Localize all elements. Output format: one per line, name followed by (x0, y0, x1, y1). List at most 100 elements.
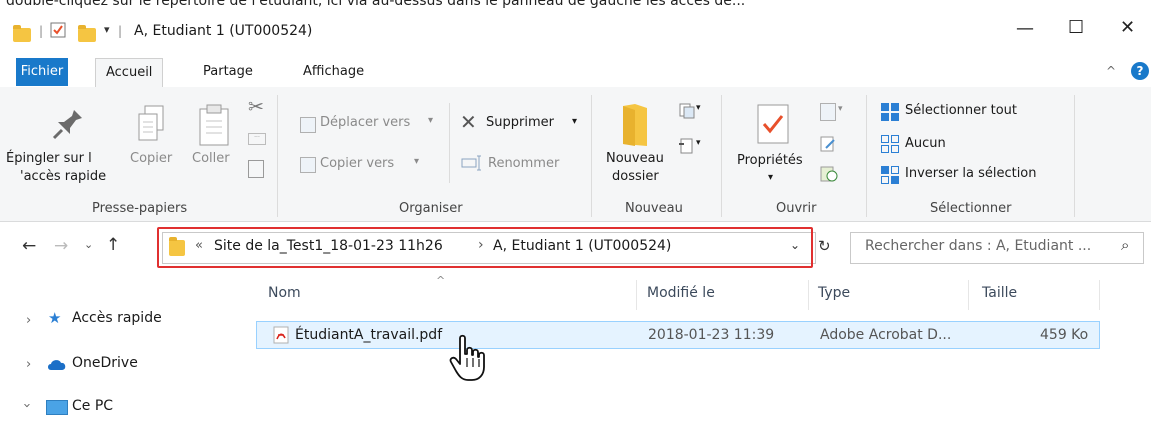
properties-quick-icon[interactable] (50, 22, 66, 38)
open-icon[interactable] (820, 103, 836, 121)
title-separator: | (39, 24, 44, 38)
group-label-organize: Organiser (399, 201, 463, 216)
move-to-dropdown-icon[interactable]: ▾ (428, 115, 433, 126)
sidebar-item-onedrive[interactable]: OneDrive (72, 355, 138, 371)
edit-icon[interactable] (820, 136, 836, 156)
paste-button[interactable]: Coller (192, 151, 230, 166)
paste-shortcut-icon[interactable] (248, 160, 264, 178)
column-divider (968, 280, 969, 310)
invert-selection-icon (881, 166, 899, 188)
tab-home[interactable]: Accueil (95, 58, 164, 88)
file-type: Adobe Acrobat D... (820, 327, 952, 343)
collapse-ribbon-icon[interactable]: ^ (1106, 64, 1116, 78)
organize-inner-divider (449, 103, 450, 183)
column-header-size[interactable]: Taille (982, 285, 1017, 301)
computer-icon (46, 400, 68, 415)
tab-view[interactable]: Affichage (293, 58, 374, 86)
new-folder-icon (621, 102, 649, 152)
copy-to-button[interactable]: Copier vers (320, 156, 394, 171)
new-folder-button[interactable]: Nouveau (606, 151, 664, 166)
file-size: 459 Ko (1040, 327, 1089, 343)
group-label-select: Sélectionner (930, 201, 1012, 216)
select-all-icon (881, 103, 899, 125)
pin-quick-access-label-2: 'accès rapide (20, 169, 107, 184)
group-divider (277, 95, 278, 217)
copy-to-dropdown-icon[interactable]: ▾ (414, 156, 419, 167)
sidebar-item-quick-access[interactable]: Accès rapide (72, 310, 162, 326)
group-label-clipboard: Presse-papiers (92, 201, 188, 216)
close-button[interactable]: ✕ (1120, 17, 1135, 38)
quick-access-dropdown-icon[interactable]: ▾ (104, 23, 110, 36)
new-item-icon[interactable] (678, 103, 695, 119)
address-highlight-annotation (157, 227, 813, 268)
tab-share[interactable]: Partage (193, 58, 263, 86)
search-icon[interactable]: ⌕ (1121, 236, 1129, 254)
column-divider (808, 280, 809, 310)
column-divider (636, 280, 637, 310)
move-to-icon (300, 117, 316, 133)
recent-locations-icon[interactable]: ⌄ (84, 238, 93, 251)
group-label-new: Nouveau (625, 201, 683, 216)
group-divider (591, 95, 592, 217)
group-label-open: Ouvrir (776, 201, 817, 216)
hand-cursor-icon (448, 334, 488, 386)
caption-fragment: double-cliquez sur le répertoire de l'ét… (6, 0, 746, 9)
window-title: A, Etudiant 1 (UT000524) (134, 23, 313, 39)
up-button[interactable]: ↑ (106, 235, 120, 255)
sort-ascending-icon: ^ (436, 274, 446, 287)
copy-path-icon[interactable]: ··· (248, 133, 266, 145)
file-name[interactable]: ÉtudiantA_travail.pdf (295, 327, 442, 343)
delete-dropdown-icon[interactable]: ▾ (572, 116, 577, 127)
cut-icon[interactable]: ✂ (248, 96, 264, 118)
column-header-name[interactable]: Nom (268, 285, 301, 301)
title-separator: | (118, 24, 123, 38)
new-folder-label-2: dossier (612, 169, 659, 184)
maximize-button[interactable]: ☐ (1068, 17, 1084, 38)
properties-dropdown-icon[interactable]: ▾ (768, 172, 773, 183)
expand-onedrive-icon[interactable]: › (26, 357, 31, 372)
new-folder-quick-icon[interactable] (78, 25, 96, 42)
copy-icon (135, 104, 169, 148)
folder-icon (13, 25, 31, 42)
delete-icon: ✕ (460, 110, 477, 134)
tab-file[interactable]: Fichier (16, 58, 68, 86)
column-header-type[interactable]: Type (818, 285, 850, 301)
refresh-icon[interactable]: ↻ (818, 237, 831, 255)
ribbon-tabs: Fichier Accueil Partage Affichage ^ ? (0, 58, 1151, 88)
column-header-modified[interactable]: Modifié le (647, 285, 715, 301)
pin-quick-access-button[interactable]: Épingler sur l (6, 151, 92, 166)
history-icon[interactable] (820, 166, 838, 186)
minimize-button[interactable]: — (1016, 18, 1034, 39)
sidebar-item-this-pc[interactable]: Ce PC (72, 398, 113, 414)
pdf-file-icon (273, 326, 289, 348)
expand-this-pc-icon[interactable]: › (19, 403, 34, 408)
expand-quick-access-icon[interactable]: › (26, 313, 31, 328)
column-divider (1099, 280, 1100, 310)
pin-icon (50, 106, 86, 146)
select-none-button[interactable]: Aucun (905, 136, 946, 151)
copy-button[interactable]: Copier (130, 151, 172, 166)
file-modified: 2018-01-23 11:39 (648, 327, 775, 343)
invert-selection-button[interactable]: Inverser la sélection (905, 166, 1037, 181)
group-divider (1074, 95, 1075, 217)
rename-button[interactable]: Renommer (488, 156, 559, 171)
group-divider (866, 95, 867, 217)
new-item-dropdown-icon[interactable]: ▾ (696, 103, 701, 113)
rename-icon (461, 155, 483, 171)
easy-access-icon[interactable] (678, 136, 694, 158)
paste-icon (197, 103, 231, 151)
forward-button[interactable]: → (54, 236, 68, 256)
properties-button[interactable]: Propriétés (737, 153, 803, 168)
select-all-button[interactable]: Sélectionner tout (905, 103, 1017, 118)
help-icon[interactable]: ? (1131, 62, 1149, 80)
star-icon: ★ (48, 309, 62, 327)
copy-to-icon (300, 157, 316, 173)
move-to-button[interactable]: Déplacer vers (320, 115, 410, 130)
title-bar: | ▾ | A, Etudiant 1 (UT000524) — ☐ ✕ (0, 14, 1151, 52)
easy-access-dropdown-icon[interactable]: ▾ (696, 138, 701, 148)
delete-button[interactable]: Supprimer (486, 115, 554, 130)
properties-icon (757, 104, 789, 148)
search-input[interactable]: Rechercher dans : A, Etudiant ... (865, 238, 1091, 254)
open-dropdown-icon[interactable]: ▾ (838, 104, 843, 114)
back-button[interactable]: ← (22, 236, 36, 256)
